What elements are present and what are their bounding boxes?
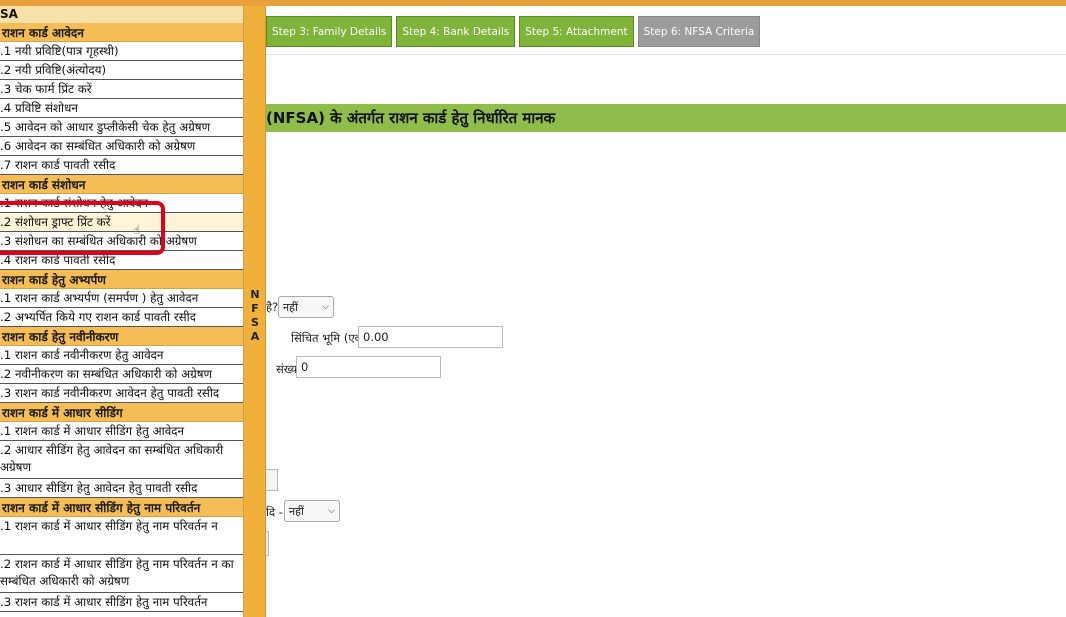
sidebar-menu-item[interactable]: .2 आधार सीडिंग हेतु आवेदन का सम्बंधित अध… [0,441,243,479]
sidebar-menu-item[interactable]: .2 अभ्यर्पित किये गए राशन कार्ड पावती रस… [0,308,243,327]
sidebar-menu-item[interactable]: .1 राशन कार्ड अभ्यर्पण (समर्पण ) हेतु आव… [0,289,243,308]
sidebar-group-header: राशन कार्ड हेतु अभ्यर्पण [0,270,243,289]
tab-letter: N [250,288,260,301]
sidebar-menu-item[interactable]: .1 नयी प्रविष्टि(पात्र गृहस्थी) [0,42,243,61]
main-content: Step 3: Family Details Step 4: Bank Detai… [266,6,1066,617]
step-tab-4[interactable]: Step 4: Bank Details [396,16,516,47]
sidebar-menu-item[interactable]: .4 प्रविष्टि संशोधन [0,99,243,118]
sidebar-group-header: राशन कार्ड संशोधन [0,175,243,194]
chevron-down-icon: ⌵ [322,302,329,312]
chevron-down-icon: ⌵ [328,506,335,516]
sidebar-toggle-tab[interactable]: NFSA [244,6,266,617]
button-stub[interactable] [266,531,269,556]
q1-select-value: नहीं [283,300,298,314]
step-tabs: Step 3: Family Details Step 4: Bank Detai… [266,16,761,47]
step-tab-5[interactable]: Step 5: Attachment [519,16,634,47]
q1-select[interactable]: नहीं ⌵ [278,296,334,318]
sidebar-group-header: राशन कार्ड आवेदन [0,23,243,42]
sidebar-menu-item[interactable]: .1 राशन कार्ड में आधार सीडिंग हेतु आवेदन [0,422,243,441]
land-input[interactable]: 0.00 [358,326,503,348]
step-tab-6[interactable]: Step 6: NFSA Criteria [637,16,761,47]
sidebar-menu-item[interactable]: .3 राशन कार्ड नवीनीकरण आवेदन हेतु पावती … [0,384,243,403]
tab-letter: A [250,330,260,343]
select-stub[interactable] [266,469,278,491]
tab-letter: F [251,302,259,315]
sidebar-menu-item[interactable]: .1 राशन कार्ड में आधार सीडिंग हेतु नाम प… [0,517,243,555]
sidebar-menu-item[interactable]: .3 आधार सीडिंग हेतु आवेदन हेतु पावती रसी… [0,479,243,498]
step-tab-3[interactable]: Step 3: Family Details [266,16,393,47]
count-input[interactable]: 0 [296,356,441,378]
sidebar-menu-item[interactable]: .7 राशन कार्ड पावती रसीद [0,156,243,175]
sidebar-menu: SA राशन कार्ड आवेदन .1 नयी प्रविष्टि(पात्… [0,6,244,617]
q2-select-value: नहीं [289,504,304,518]
q2-label: दि - [266,505,283,519]
hand-cursor-icon: ☝ [133,223,141,237]
sidebar-group-header: राशन कार्ड हेतु नवीनीकरण [0,327,243,346]
tab-letter: S [251,316,259,329]
sidebar-menu-item[interactable]: .5 आवेदन को आधार डुप्लीकेसी चेक हेतु अग्… [0,118,243,137]
sidebar-group-header: राशन कार्ड में आधार सीडिंग हेतु नाम परिव… [0,498,243,517]
sidebar-menu-item[interactable]: .2 नयी प्रविष्टि(अंत्योदय) [0,61,243,80]
sidebar-menu-item[interactable]: .1 राशन कार्ड नवीनीकरण हेतु आवेदन [0,346,243,365]
divider [266,54,1066,55]
q2-select[interactable]: नहीं ⌵ [284,500,340,522]
q1-label: है? [266,300,279,314]
sidebar-menu-item[interactable]: .3 राशन कार्ड में आधार सीडिंग हेतु नाम प… [0,593,243,612]
sidebar-group-header: राशन कार्ड में आधार सीडिंग [0,403,243,422]
sidebar-menu-item[interactable]: .6 आवेदन का सम्बंधित अधिकारी को अग्रेषण [0,137,243,156]
sidebar-menu-item[interactable]: .2 नवीनीकरण का सम्बंधित अधिकारी को अग्रे… [0,365,243,384]
sidebar-menu-item[interactable]: .2 राशन कार्ड में आधार सीडिंग हेतु नाम प… [0,555,243,593]
sidebar-header: SA [0,6,243,23]
sidebar-menu-item[interactable]: .3 चेक फार्म प्रिंट करें [0,80,243,99]
section-title: (NFSA) के अंतर्गत राशन कार्ड हेतु निर्धा… [266,104,1066,132]
sidebar-tab-label: NFSA [244,288,266,344]
